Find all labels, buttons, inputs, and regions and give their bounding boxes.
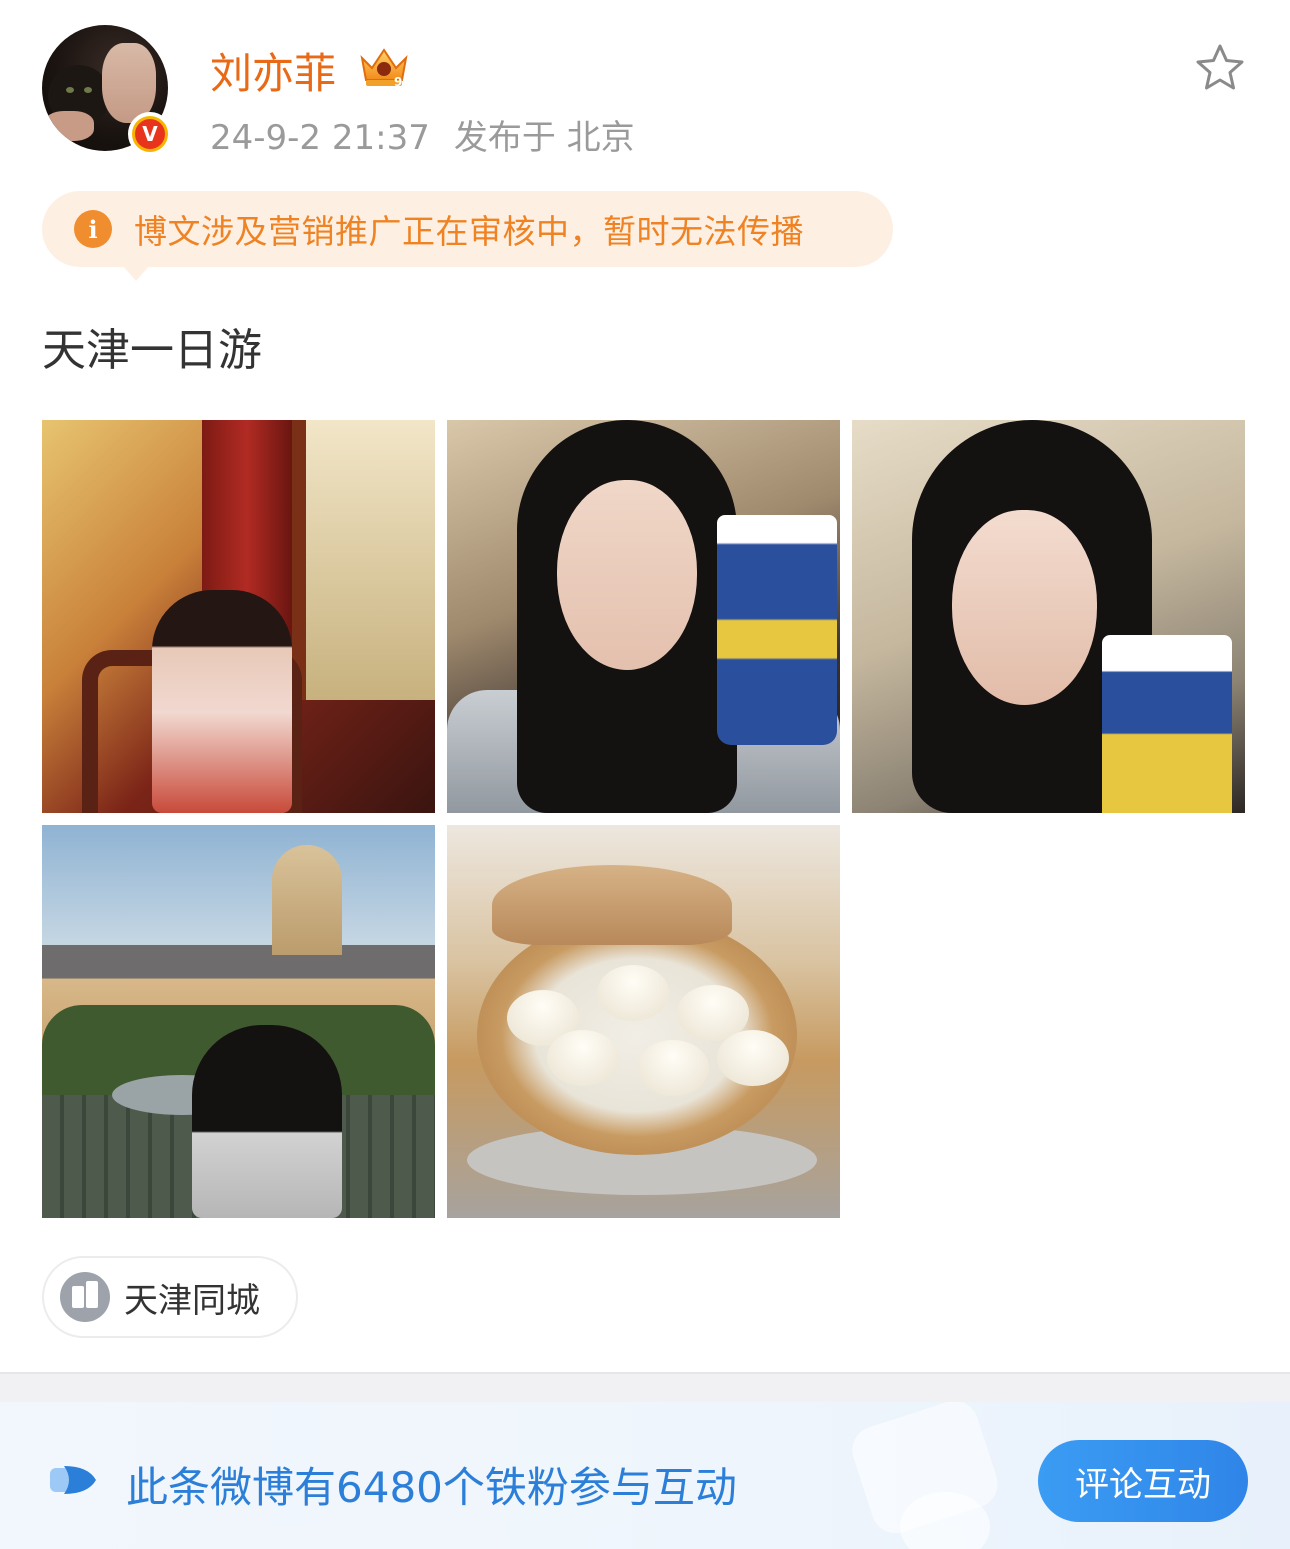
coffee-cup xyxy=(717,515,837,745)
double-arrow-icon xyxy=(50,1466,96,1494)
section-divider xyxy=(0,1372,1290,1402)
face xyxy=(557,480,697,670)
verified-badge: V xyxy=(128,112,172,156)
star-outline-icon[interactable] xyxy=(1194,42,1246,94)
username[interactable]: 刘亦菲 xyxy=(210,40,336,101)
info-icon: i xyxy=(74,210,112,248)
post-image-1[interactable] xyxy=(42,420,435,813)
comment-interact-button[interactable]: 评论互动 xyxy=(1038,1440,1248,1522)
city-building-icon xyxy=(60,1272,110,1322)
steamer-lid xyxy=(492,865,732,945)
dome xyxy=(272,845,342,955)
review-notice: i 博文涉及营销推广正在审核中，暂时无法传播 xyxy=(42,191,893,281)
bun xyxy=(597,965,669,1021)
person xyxy=(152,590,292,813)
person xyxy=(192,1025,342,1218)
review-notice-text: 博文涉及营销推广正在审核中，暂时无法传播 xyxy=(134,212,804,251)
post-image-5[interactable] xyxy=(447,825,840,1218)
bun xyxy=(637,1040,709,1096)
post-location: 发布于 北京 xyxy=(453,118,635,158)
fan-interaction-text: 此条微博有6480个铁粉参与互动 xyxy=(126,1463,737,1512)
bun xyxy=(547,1030,619,1086)
post-image-2[interactable] xyxy=(447,420,840,813)
crown-level: 9 xyxy=(394,75,402,88)
post-meta: 24-9-2 21:37 发布于 北京 xyxy=(210,110,635,159)
fan-interaction-bar: 此条微博有6480个铁粉参与互动 评论互动 xyxy=(0,1402,1290,1549)
location-tag[interactable]: 天津同城 xyxy=(42,1256,298,1338)
post-header: V 刘亦菲 9 24-9-2 21:37 发布于 北京 xyxy=(0,0,1290,180)
post-date: 24-9-2 21:37 xyxy=(210,118,430,158)
window xyxy=(292,420,435,700)
location-tag-label: 天津同城 xyxy=(124,1280,260,1321)
post-image-3[interactable] xyxy=(852,420,1245,813)
coffee-cup xyxy=(1102,635,1232,813)
post-text: 天津一日游 xyxy=(42,325,262,376)
avatar-hand xyxy=(44,111,94,141)
post-image-4[interactable] xyxy=(42,825,435,1218)
verified-badge-letter: V xyxy=(135,119,165,149)
avatar-face xyxy=(102,43,156,123)
bun xyxy=(717,1030,789,1086)
crown-icon: 9 xyxy=(360,48,408,88)
face xyxy=(952,510,1097,705)
